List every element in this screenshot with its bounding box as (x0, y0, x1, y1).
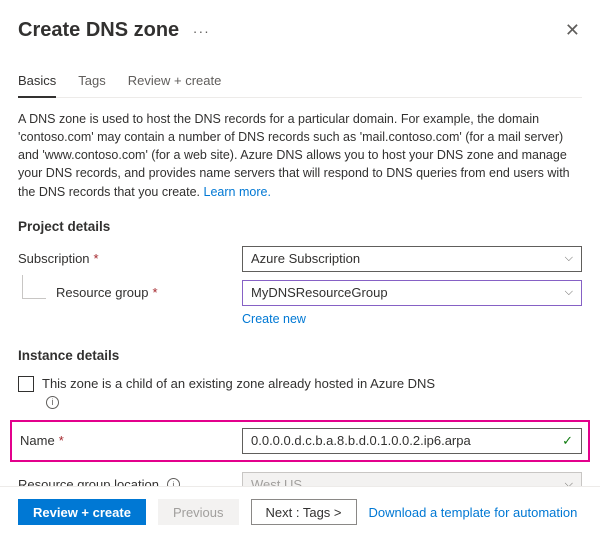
child-zone-row: This zone is a child of an existing zone… (18, 375, 582, 410)
child-zone-label-text: This zone is a child of an existing zone… (42, 376, 435, 391)
header: Create DNS zone ··· ✕ (18, 16, 582, 45)
resource-group-label: Resource group * (56, 285, 242, 300)
chevron-down-icon: ⌵ (565, 286, 573, 299)
required-icon: * (59, 433, 64, 448)
project-details-heading: Project details (18, 219, 582, 234)
create-new-link[interactable]: Create new (242, 312, 306, 326)
name-input[interactable]: 0.0.0.0.d.c.b.a.8.b.d.0.1.0.0.2.ip6.arpa… (242, 428, 582, 454)
tab-tags[interactable]: Tags (78, 73, 105, 97)
subscription-row: Subscription * Azure Subscription ⌵ (18, 246, 582, 272)
name-label-text: Name (20, 433, 55, 448)
page-title: Create DNS zone (18, 19, 179, 41)
previous-button: Previous (158, 499, 239, 525)
learn-more-link[interactable]: Learn more. (204, 185, 271, 199)
tab-review-create[interactable]: Review + create (128, 73, 222, 97)
indent-connector (22, 275, 46, 299)
name-control: 0.0.0.0.d.c.b.a.8.b.d.0.1.0.0.2.ip6.arpa… (242, 428, 582, 454)
resource-group-row: Resource group * MyDNSResourceGroup ⌵ (18, 280, 582, 306)
child-zone-checkbox[interactable] (18, 376, 34, 392)
required-icon: * (94, 251, 99, 266)
next-button[interactable]: Next : Tags > (251, 499, 357, 525)
resource-group-label-text: Resource group (56, 285, 149, 300)
resource-group-control: MyDNSResourceGroup ⌵ (242, 280, 582, 306)
subscription-label: Subscription * (18, 251, 242, 266)
subscription-control: Azure Subscription ⌵ (242, 246, 582, 272)
info-icon[interactable]: i (46, 396, 59, 409)
name-row-highlight: Name * 0.0.0.0.d.c.b.a.8.b.d.0.1.0.0.2.i… (10, 420, 590, 462)
close-icon[interactable]: ✕ (563, 16, 582, 45)
subscription-select[interactable]: Azure Subscription ⌵ (242, 246, 582, 272)
resource-group-select[interactable]: MyDNSResourceGroup ⌵ (242, 280, 582, 306)
name-value: 0.0.0.0.d.c.b.a.8.b.d.0.1.0.0.2.ip6.arpa (251, 433, 471, 448)
review-create-button[interactable]: Review + create (18, 499, 146, 525)
more-icon[interactable]: ··· (193, 23, 210, 39)
instance-section: Instance details This zone is a child of… (18, 348, 582, 498)
subscription-label-text: Subscription (18, 251, 90, 266)
child-zone-label: This zone is a child of an existing zone… (42, 375, 442, 410)
chevron-down-icon: ⌵ (565, 252, 573, 265)
description-text: A DNS zone is used to host the DNS recor… (18, 112, 570, 199)
instance-details-heading: Instance details (18, 348, 582, 363)
download-template-link[interactable]: Download a template for automation (369, 505, 578, 520)
name-label: Name * (18, 433, 242, 448)
required-icon: * (153, 285, 158, 300)
valid-check-icon: ✓ (562, 433, 573, 449)
page-title-wrap: Create DNS zone ··· (18, 19, 210, 42)
footer: Review + create Previous Next : Tags > D… (0, 486, 600, 537)
tab-basics[interactable]: Basics (18, 73, 56, 98)
description: A DNS zone is used to host the DNS recor… (18, 110, 582, 201)
resource-group-value: MyDNSResourceGroup (251, 285, 388, 300)
tabs: Basics Tags Review + create (18, 73, 582, 98)
subscription-value: Azure Subscription (251, 251, 360, 266)
